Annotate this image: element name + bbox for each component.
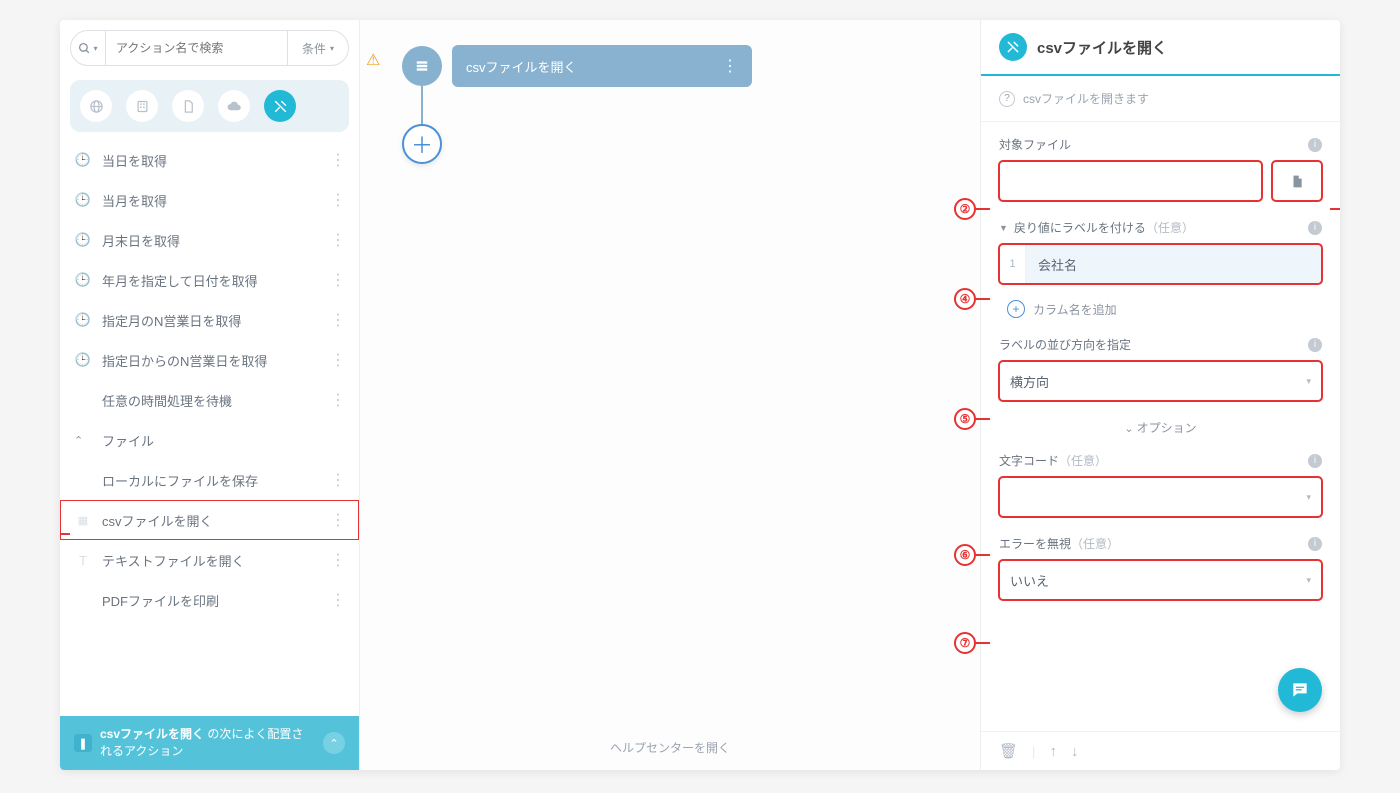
more-icon[interactable]: ⋮ <box>330 350 345 370</box>
hint-icon: ❚ <box>74 734 92 752</box>
charset-label: 文字コード（任意）i <box>999 452 1322 469</box>
file-picker-button[interactable] <box>1272 161 1322 201</box>
group-header-file[interactable]: ⌃ファイル <box>60 420 359 460</box>
options-header[interactable]: オプション <box>999 419 1322 436</box>
clock-icon: 🕒 <box>74 352 92 368</box>
more-icon[interactable]: ⋮ <box>330 230 345 250</box>
panel-header: csvファイルを開く <box>981 20 1340 76</box>
annotation-5: ⑤ <box>954 408 976 430</box>
sidebar-footer-hint[interactable]: ❚ csvファイルを開く の次によく配置されるアクション ⌃ <box>60 716 359 770</box>
clock-icon: 🕒 <box>74 152 92 168</box>
panel-footer: 🗑 | ↑ ↓ <box>981 731 1340 770</box>
search-input[interactable] <box>106 30 287 66</box>
globe-icon[interactable] <box>80 90 112 122</box>
clock-icon: 🕒 <box>74 272 92 288</box>
trash-icon[interactable]: 🗑 <box>999 742 1018 760</box>
more-icon[interactable]: ⋮ <box>330 470 345 490</box>
more-icon[interactable]: ⋮ <box>330 550 345 570</box>
info-icon[interactable]: i <box>1308 338 1322 352</box>
workflow-canvas: ⚠ csvファイルを開く⋮ ＋ ヘルプセンターを開く <box>360 20 980 770</box>
chevron-up-icon: ⌃ <box>74 434 92 447</box>
search-condition-button[interactable]: 条件 <box>287 30 349 66</box>
clock-icon: 🕒 <box>74 312 92 328</box>
more-icon[interactable]: ⋮ <box>330 390 345 410</box>
info-icon[interactable]: i <box>1308 454 1322 468</box>
label-value[interactable]: 会社名 <box>1026 245 1321 283</box>
help-icon[interactable]: ? <box>999 91 1015 107</box>
more-icon[interactable]: ⋮ <box>330 270 345 290</box>
clock-icon: 🕒 <box>74 192 92 208</box>
ignore-label: エラーを無視（任意）i <box>999 535 1322 552</box>
action-item[interactable]: 🕒当日を取得⋮ <box>60 140 359 180</box>
arrow-up-icon[interactable]: ↑ <box>1049 743 1057 760</box>
tools-icon <box>999 33 1027 61</box>
node-circle-icon[interactable] <box>402 46 442 86</box>
add-column-button[interactable]: +カラム名を追加 <box>999 294 1322 336</box>
search-icon[interactable] <box>70 30 106 66</box>
category-icon-strip <box>70 80 349 132</box>
warning-icon[interactable]: ⚠ <box>366 50 380 70</box>
action-list: 🕒当日を取得⋮ 🕒当月を取得⋮ 🕒月末日を取得⋮ 🕒年月を指定して日付を取得⋮ … <box>60 140 359 716</box>
tools-icon[interactable] <box>264 90 296 122</box>
direction-label: ラベルの並び方向を指定i <box>999 336 1322 353</box>
panel-title: csvファイルを開く <box>1037 37 1167 58</box>
more-icon[interactable]: ⋮ <box>722 56 738 76</box>
info-icon[interactable]: i <box>1308 221 1322 235</box>
return-label-header[interactable]: ▼戻り値にラベルを付ける（任意）i <box>999 219 1322 236</box>
direction-select[interactable]: 横方向 <box>999 361 1322 401</box>
annotation-4: ④ <box>954 288 976 310</box>
cloud-icon[interactable] <box>218 90 250 122</box>
info-icon[interactable]: i <box>1308 138 1322 152</box>
action-item[interactable]: 🕒当月を取得⋮ <box>60 180 359 220</box>
action-item[interactable]: 🕒指定日からのN営業日を取得⋮ <box>60 340 359 380</box>
plus-icon: + <box>1007 300 1025 318</box>
help-center-link[interactable]: ヘルプセンターを開く <box>360 725 980 770</box>
connector-line <box>421 86 423 126</box>
target-file-input[interactable] <box>999 161 1262 201</box>
label-row[interactable]: 1 会社名 <box>999 244 1322 284</box>
node-card[interactable]: csvファイルを開く⋮ <box>452 45 752 87</box>
sidebar: 条件 🕒当日を取得⋮ 🕒当月を取得⋮ 🕒月末日を取得⋮ 🕒年月を指定して日付を取… <box>60 20 360 770</box>
action-item[interactable]: 任意の時間処理を待機⋮ <box>60 380 359 420</box>
chat-fab-button[interactable] <box>1278 668 1322 712</box>
action-item[interactable]: Tテキストファイルを開く⋮ <box>60 540 359 580</box>
annotation-6: ⑥ <box>954 544 976 566</box>
more-icon[interactable]: ⋮ <box>330 190 345 210</box>
file-icon[interactable] <box>172 90 204 122</box>
arrow-down-icon[interactable]: ↓ <box>1071 743 1079 760</box>
more-icon[interactable]: ⋮ <box>330 510 345 530</box>
label-index: 1 <box>1000 245 1026 283</box>
more-icon[interactable]: ⋮ <box>330 310 345 330</box>
annotation-7: ⑦ <box>954 632 976 654</box>
building-icon[interactable] <box>126 90 158 122</box>
add-node-button[interactable]: ＋ <box>402 124 442 164</box>
property-panel: csvファイルを開く ? csvファイルを開きます 対象ファイルi ▼戻り値にラ… <box>980 20 1340 770</box>
action-item[interactable]: 🕒指定月のN営業日を取得⋮ <box>60 300 359 340</box>
search-bar: 条件 <box>60 20 359 76</box>
annotation-2: ② <box>954 198 976 220</box>
more-icon[interactable]: ⋮ <box>330 590 345 610</box>
charset-select[interactable] <box>999 477 1322 517</box>
panel-description: ? csvファイルを開きます <box>981 76 1340 122</box>
more-icon[interactable]: ⋮ <box>330 150 345 170</box>
target-file-label: 対象ファイルi <box>999 136 1322 153</box>
action-item[interactable]: 🕒月末日を取得⋮ <box>60 220 359 260</box>
workflow-node[interactable]: csvファイルを開く⋮ ＋ <box>402 46 442 86</box>
action-item[interactable]: ローカルにファイルを保存⋮ <box>60 460 359 500</box>
clock-icon: 🕒 <box>74 232 92 248</box>
csv-icon: ▦ <box>74 514 92 527</box>
action-item[interactable]: 🕒年月を指定して日付を取得⋮ <box>60 260 359 300</box>
text-icon: T <box>74 553 92 568</box>
ignore-select[interactable]: いいえ <box>999 560 1322 600</box>
action-item-csv-open[interactable]: ▦csvファイルを開く⋮ <box>60 500 359 540</box>
action-item[interactable]: PDFファイルを印刷⋮ <box>60 580 359 620</box>
chevron-up-icon[interactable]: ⌃ <box>323 732 345 754</box>
info-icon[interactable]: i <box>1308 537 1322 551</box>
triangle-down-icon: ▼ <box>999 223 1008 233</box>
